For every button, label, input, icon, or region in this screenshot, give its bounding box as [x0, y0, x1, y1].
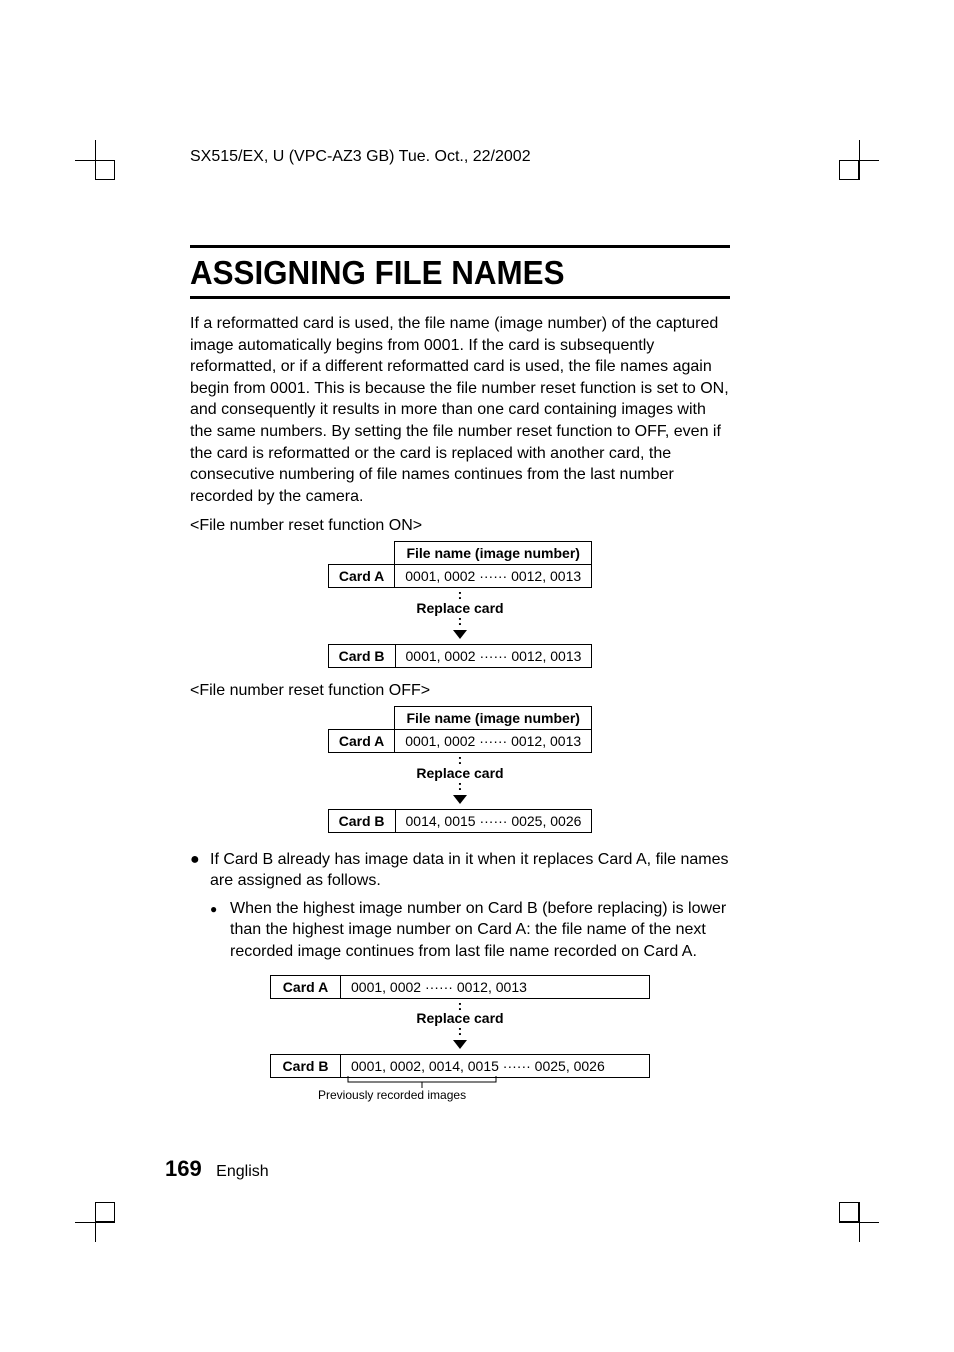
page-footer: 169 English: [165, 1156, 269, 1182]
example3: Card A0001, 0002 ······ 0012, 0013 : Rep…: [190, 975, 730, 1103]
example1-label: <File number reset function ON>: [190, 517, 730, 535]
bullet-list: ● If Card B already has image data in it…: [190, 849, 730, 963]
example-reset-on: <File number reset function ON> File nam…: [190, 517, 730, 668]
crop-mark-bottom-left: [75, 1202, 115, 1242]
crop-mark-top-left: [75, 140, 115, 180]
example3-card-b-label: Card B: [271, 1055, 341, 1078]
page-title: ASSIGNING FILE NAMES: [190, 254, 703, 292]
example3-card-a-value: 0001, 0002 ······ 0012, 0013: [341, 975, 650, 998]
bracket-icon: [346, 1076, 516, 1090]
arrow-down-icon: [453, 795, 467, 804]
example1-card-a-value: 0001, 0002 ······ 0012, 0013: [395, 565, 592, 588]
prev-recorded-label: Previously recorded images: [270, 1088, 650, 1102]
crop-mark-bottom-right: [839, 1202, 879, 1242]
example3-table-a: Card A0001, 0002 ······ 0012, 0013: [270, 975, 650, 999]
title-rule-bottom: [190, 296, 730, 299]
page-content: ASSIGNING FILE NAMES If a reformatted ca…: [190, 245, 730, 1116]
arrow-down-icon: [453, 630, 467, 639]
example3-replace: : Replace card :: [190, 1001, 730, 1053]
bullet-dot-icon: ●: [190, 849, 210, 892]
bullet-1: ● If Card B already has image data in it…: [190, 849, 730, 892]
example2-table-a: File name (image number) Card A0001, 000…: [328, 706, 592, 753]
example3-card-a-label: Card A: [271, 975, 341, 998]
example2-card-a-value: 0001, 0002 ······ 0012, 0013: [395, 729, 592, 752]
example3-table-b: Card B0001, 0002, 0014, 0015 ······ 0025…: [270, 1054, 650, 1078]
example2-table-b: Card B0014, 0015 ······ 0025, 0026: [328, 809, 593, 833]
title-rule-top: [190, 245, 730, 248]
page-number: 169: [165, 1156, 202, 1181]
example1-card-b-value: 0001, 0002 ······ 0012, 0013: [395, 644, 592, 667]
example1-table-a: File name (image number) Card A0001, 000…: [328, 541, 592, 588]
example2-card-a-label: Card A: [328, 729, 394, 752]
language-label: English: [216, 1163, 268, 1180]
arrow-down-icon: [453, 1040, 467, 1049]
example1-card-b-label: Card B: [328, 644, 395, 667]
example2-card-b-value: 0014, 0015 ······ 0025, 0026: [395, 809, 592, 832]
bullet-dot-icon: ●: [210, 898, 230, 963]
example2-label: <File number reset function OFF>: [190, 682, 730, 700]
intro-paragraph: If a reformatted card is used, the file …: [190, 313, 730, 507]
example1-table-b: Card B0001, 0002 ······ 0012, 0013: [328, 644, 593, 668]
example-reset-off: <File number reset function OFF> File na…: [190, 682, 730, 833]
header-info: SX515/EX, U (VPC-AZ3 GB) Tue. Oct., 22/2…: [190, 148, 531, 166]
example1-card-a-label: Card A: [328, 565, 394, 588]
example1-replace: : Replace card :: [190, 590, 730, 642]
example1-col-header: File name (image number): [395, 542, 592, 565]
bullet-2: ● When the highest image number on Card …: [190, 898, 730, 963]
example3-card-b-value: 0001, 0002, 0014, 0015 ······ 0025, 0026: [341, 1055, 650, 1078]
example2-replace: : Replace card :: [190, 755, 730, 807]
example2-card-b-label: Card B: [328, 809, 395, 832]
example2-col-header: File name (image number): [395, 706, 592, 729]
crop-mark-top-right: [839, 140, 879, 180]
